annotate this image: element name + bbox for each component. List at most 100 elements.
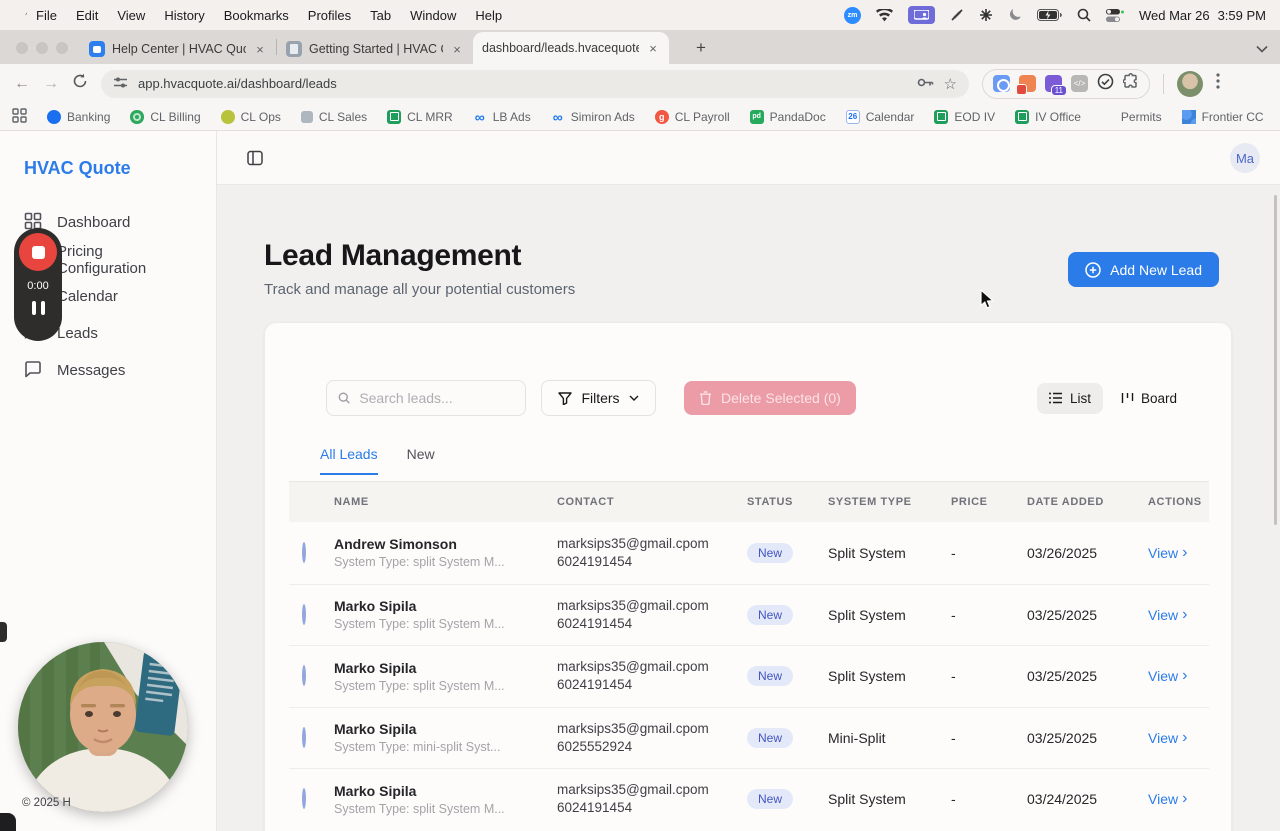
menu-item-view[interactable]: View [117,8,145,23]
bookmark-calendar[interactable]: Calendar [845,109,914,124]
intercom-favicon-icon [89,41,105,57]
reload-button[interactable] [72,73,88,94]
apps-grid-icon[interactable] [12,107,27,126]
menu-time: 3:59 PM [1217,7,1266,23]
list-view-button[interactable]: List [1036,382,1103,414]
view-lead-link[interactable]: View › [1148,729,1209,746]
delete-selected-button[interactable]: Delete Selected (0) [684,381,856,415]
search-leads-input[interactable] [359,390,514,406]
tab-all-leads[interactable]: All Leads [320,446,378,475]
settings-asterisk-icon[interactable] [979,8,993,22]
browser-tab-1[interactable]: Getting Started | HVAC Quote × [277,34,473,64]
control-center-icon[interactable] [1106,8,1124,22]
tab-close-icon[interactable]: × [253,42,267,57]
bookmark-pandadoc[interactable]: PandaDoc [749,109,826,124]
row-radio[interactable] [302,788,306,810]
browser-tab-0[interactable]: Help Center | HVAC Quote | I × [80,34,276,64]
bookmark-permits[interactable]: Permits [1101,110,1162,124]
site-info-icon[interactable] [113,76,128,92]
row-radio[interactable] [302,665,306,687]
scrollbar-thumb[interactable] [1274,195,1277,525]
password-key-icon[interactable] [917,76,934,92]
menu-item-edit[interactable]: Edit [76,8,98,23]
bookmark-eod-iv[interactable]: EOD IV [934,109,995,124]
bookmark-cl-mrr[interactable]: CL MRR [387,109,453,124]
menu-clock[interactable]: Wed Mar 26 3:59 PM [1139,8,1266,23]
forward-button[interactable]: → [43,75,59,93]
bookmark-frontier-cc[interactable]: Frontier CC [1181,109,1264,124]
view-lead-link[interactable]: View › [1148,544,1209,561]
address-bar[interactable]: app.hvacquote.ai/dashboard/leads ☆ [101,69,969,98]
extension-purple-icon[interactable]: 11 [1045,75,1067,96]
bookmark-star-icon[interactable]: ☆ [944,75,957,93]
close-window-button[interactable] [16,42,28,54]
view-lead-link[interactable]: View › [1148,668,1209,685]
extension-check-icon[interactable] [1097,73,1114,95]
do-not-disturb-moon-icon[interactable] [1008,8,1022,22]
minimize-window-button[interactable] [36,42,48,54]
url-text[interactable]: app.hvacquote.ai/dashboard/leads [138,76,907,91]
bookmark-simiron-ads[interactable]: Simiron Ads [551,110,635,124]
view-lead-link[interactable]: View › [1148,605,1209,623]
add-new-lead-button[interactable]: Add New Lead [1068,252,1219,287]
bookmark-banking[interactable]: Banking [47,109,110,124]
row-radio[interactable] [302,541,306,563]
menu-item-profiles[interactable]: Profiles [308,8,351,23]
back-button[interactable]: ← [14,75,30,93]
new-tab-button[interactable]: + [692,38,710,58]
menu-item-tab[interactable]: Tab [370,8,391,23]
stop-recording-button[interactable] [19,233,57,271]
tab-close-icon[interactable]: × [646,41,660,56]
spotlight-search-icon[interactable] [1077,8,1091,22]
search-leads-box[interactable] [326,380,526,416]
extension-orange-icon[interactable] [1016,75,1036,95]
menu-item-history[interactable]: History [164,8,204,23]
tab-close-icon[interactable]: × [450,42,464,57]
sidebar-toggle-icon[interactable] [247,150,263,171]
board-view-button[interactable]: Board [1109,383,1189,414]
menu-item-help[interactable]: Help [475,8,502,23]
browser-menu-dots-icon[interactable] [1216,73,1220,94]
menu-item-bookmarks[interactable]: Bookmarks [224,8,289,23]
extension-tag-icon[interactable] [993,75,1010,92]
extension-badge: 11 [1050,85,1067,96]
app-logo[interactable]: HVAC Quote [24,158,131,179]
battery-icon[interactable] [1037,9,1062,21]
pencil-tool-icon[interactable] [950,8,964,22]
chevron-right-icon: › [1182,605,1188,623]
gray-window-icon [300,110,313,123]
bookmark-cl-billing[interactable]: CL Billing [130,109,201,124]
row-radio[interactable] [302,726,306,748]
bookmark-cl-sales[interactable]: CL Sales [300,110,367,124]
user-avatar[interactable]: Ma [1230,143,1260,173]
bookmark-cl-payroll[interactable]: CL Payroll [654,109,730,124]
wifi-icon[interactable] [876,8,893,22]
lead-email: marksips35@gmail.cpom [557,720,709,736]
screen-mirroring-icon[interactable] [908,6,935,24]
bookmark-lb-ads[interactable]: LB Ads [473,110,531,124]
recorder-edge-tab[interactable] [0,622,7,642]
sidebar-item-messages[interactable]: Messages [0,352,216,389]
apple-icon[interactable] [14,7,28,23]
menu-item-window[interactable]: Window [410,8,456,23]
bookmark-label: CL Ops [240,109,281,124]
bookmark-cl-ops[interactable]: CL Ops [220,109,281,124]
bookmark-iv-office[interactable]: IV Office [1015,109,1081,124]
recorder-corner-tab[interactable] [0,813,16,831]
browser-tab-2[interactable]: dashboard/leads.hvacequote × [473,32,669,179]
bookmark-label: Simiron Ads [570,109,635,124]
tab-search-chevron-icon[interactable] [1256,40,1268,58]
pause-recording-button[interactable] [31,301,45,315]
zoom-window-button[interactable] [56,42,68,54]
row-radio[interactable] [302,603,306,625]
zoom-app-icon[interactable]: zm [844,6,861,24]
view-lead-link[interactable]: View › [1148,791,1209,808]
menu-item-file[interactable]: File [36,8,57,23]
extensions-puzzle-icon[interactable] [1122,73,1139,94]
view-label: View [1148,544,1179,561]
browser-profile-avatar[interactable] [1177,70,1203,97]
extension-code-icon[interactable]: </> [1071,75,1088,92]
view-toggle: List Board [1036,382,1189,414]
filters-button[interactable]: Filters [541,380,656,416]
tab-new[interactable]: New [407,446,435,475]
